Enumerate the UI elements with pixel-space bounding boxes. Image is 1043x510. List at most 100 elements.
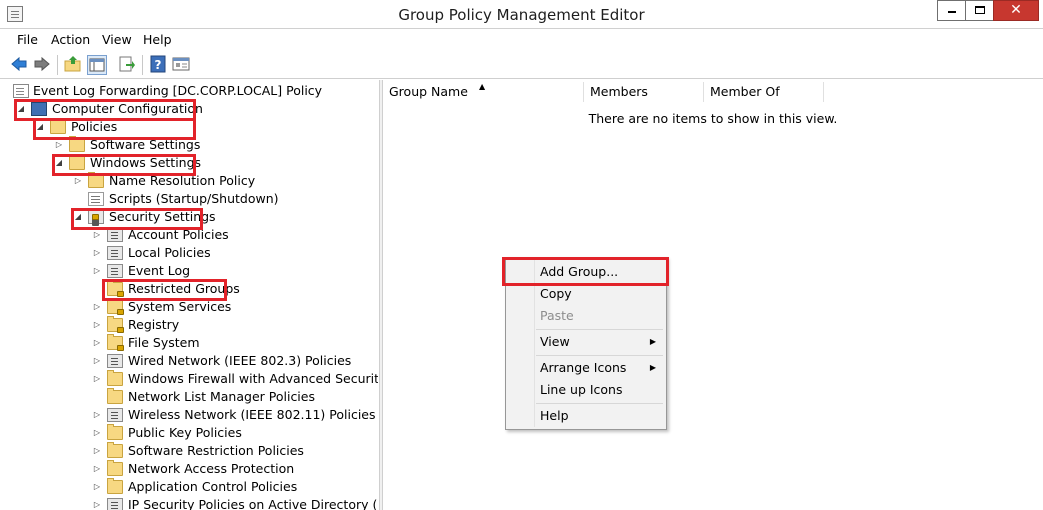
tree-item-file-system[interactable]: ▷ File System [0, 334, 378, 352]
tree-item-network-list-manager[interactable]: Network List Manager Policies [0, 388, 378, 406]
tree-item-scripts[interactable]: Scripts (Startup/Shutdown) [0, 190, 378, 208]
expand-arrow-icon[interactable]: ▷ [92, 370, 102, 388]
tree-item-label: IP Security Policies on Active Directory… [128, 497, 378, 510]
tree-item-label: Network Access Protection [128, 461, 295, 476]
tree-item-label: Local Policies [128, 245, 211, 260]
tree-item-label: Software Restriction Policies [128, 443, 304, 458]
expand-arrow-icon[interactable]: ▷ [92, 496, 102, 510]
policy-icon [107, 264, 123, 278]
submenu-arrow-icon: ▶ [649, 337, 656, 346]
tree-item-ip-security[interactable]: ▷ IP Security Policies on Active Directo… [0, 496, 378, 510]
column-header-label: Members [590, 84, 648, 99]
tree-item-public-key[interactable]: ▷ Public Key Policies [0, 424, 378, 442]
maximize-icon [975, 6, 985, 14]
policy-document-icon [13, 84, 29, 98]
tree-item-windows-firewall[interactable]: ▷ Windows Firewall with Advanced Securit… [0, 370, 378, 388]
tree-item-root[interactable]: Event Log Forwarding [DC.CORP.LOCAL] Pol… [0, 82, 378, 100]
sort-ascending-icon: ▲ [479, 82, 486, 91]
folder-icon [107, 460, 123, 476]
toolbar: ? [0, 51, 1043, 79]
context-menu-copy[interactable]: Copy [540, 285, 572, 303]
expand-arrow-icon[interactable]: ▷ [92, 262, 102, 280]
tree-item-label: Wireless Network (IEEE 802.11) Policies [128, 407, 376, 422]
ip-security-icon [107, 498, 123, 510]
empty-list-message: There are no items to show in this view. [588, 111, 838, 126]
column-header-members[interactable]: Members [584, 82, 704, 102]
column-header-label: Group Name [389, 84, 468, 99]
context-menu-view[interactable]: View [540, 333, 570, 351]
highlight-windows-settings [52, 154, 196, 176]
tree-item-label: Scripts (Startup/Shutdown) [109, 191, 279, 206]
locked-folder-icon [107, 298, 124, 315]
column-header-member-of[interactable]: Member Of [704, 82, 824, 102]
expand-arrow-icon[interactable]: ▷ [92, 478, 102, 496]
highlight-restricted-groups [102, 279, 227, 301]
menu-file[interactable]: File [17, 32, 38, 47]
policy-icon [107, 354, 123, 368]
column-header-group-name[interactable]: Group Name ▲ [383, 82, 584, 102]
title-bar: Group Policy Management Editor ✕ [0, 0, 1043, 29]
export-list-icon[interactable] [118, 55, 136, 73]
context-menu-separator [536, 329, 663, 330]
context-menu-help[interactable]: Help [540, 407, 569, 425]
highlight-policies [33, 118, 196, 140]
policy-icon [107, 408, 123, 422]
menu-help[interactable]: Help [143, 32, 172, 47]
expand-arrow-icon[interactable]: ▷ [92, 334, 102, 352]
tree-item-software-restriction[interactable]: ▷ Software Restriction Policies [0, 442, 378, 460]
tree-item-wired-network[interactable]: ▷ Wired Network (IEEE 802.3) Policies [0, 352, 378, 370]
toolbar-separator [57, 55, 58, 75]
tree-item-label: File System [128, 335, 200, 350]
tree-item-label: Public Key Policies [128, 425, 242, 440]
details-pane[interactable]: Group Name ▲ Members Member Of There are… [383, 80, 1043, 510]
tree-item-label: Event Log [128, 263, 191, 278]
window-controls: ✕ [937, 0, 1039, 21]
window-title: Group Policy Management Editor [398, 6, 645, 24]
properties-icon[interactable] [172, 55, 190, 73]
context-menu-separator [536, 355, 663, 356]
locked-folder-icon [107, 334, 124, 351]
expand-arrow-icon[interactable]: ▷ [92, 352, 102, 370]
expand-arrow-icon[interactable]: ▷ [92, 298, 102, 316]
context-menu-arrange-icons[interactable]: Arrange Icons [540, 359, 626, 377]
maximize-button[interactable] [965, 0, 994, 21]
locked-folder-icon [107, 316, 124, 333]
folder-icon [69, 136, 85, 152]
expand-arrow-icon[interactable]: ▷ [92, 406, 102, 424]
tree-item-registry[interactable]: ▷ Registry [0, 316, 378, 334]
tree-item-wireless-network[interactable]: ▷ Wireless Network (IEEE 802.11) Policie… [0, 406, 378, 424]
folder-icon [107, 370, 123, 386]
help-icon[interactable]: ? [149, 55, 167, 73]
forward-icon[interactable] [33, 55, 51, 73]
show-hide-tree-icon[interactable] [87, 55, 107, 75]
svg-text:?: ? [155, 58, 162, 72]
folder-icon [107, 424, 123, 440]
expand-arrow-icon[interactable]: ▷ [92, 424, 102, 442]
tree-item-application-control[interactable]: ▷ Application Control Policies [0, 478, 378, 496]
expand-arrow-icon[interactable]: ▷ [92, 442, 102, 460]
toolbar-separator [142, 55, 143, 75]
expand-arrow-icon[interactable]: ▷ [92, 244, 102, 262]
tree-pane[interactable]: Event Log Forwarding [DC.CORP.LOCAL] Pol… [0, 80, 378, 510]
tree-item-label: Network List Manager Policies [128, 389, 315, 404]
close-icon: ✕ [1010, 2, 1022, 18]
menu-action[interactable]: Action [51, 32, 90, 47]
context-menu-line-up-icons[interactable]: Line up Icons [540, 381, 623, 399]
tree-item-event-log[interactable]: ▷ Event Log [0, 262, 378, 280]
tree-item-network-access-protection[interactable]: ▷ Network Access Protection [0, 460, 378, 478]
expand-arrow-icon[interactable]: ▷ [92, 460, 102, 478]
folder-icon [107, 388, 123, 404]
policy-icon [107, 246, 123, 260]
policy-icon [107, 228, 123, 242]
back-icon[interactable] [10, 55, 28, 73]
tree-item-local-policies[interactable]: ▷ Local Policies [0, 244, 378, 262]
expand-arrow-icon[interactable]: ▷ [92, 316, 102, 334]
minimize-icon [948, 11, 956, 13]
menu-view[interactable]: View [102, 32, 132, 47]
minimize-button[interactable] [937, 0, 966, 21]
context-menu-paste: Paste [540, 308, 574, 323]
highlight-add-group [502, 257, 669, 286]
close-button[interactable]: ✕ [993, 0, 1039, 21]
folder-icon [107, 442, 123, 458]
up-folder-icon[interactable] [64, 55, 82, 73]
